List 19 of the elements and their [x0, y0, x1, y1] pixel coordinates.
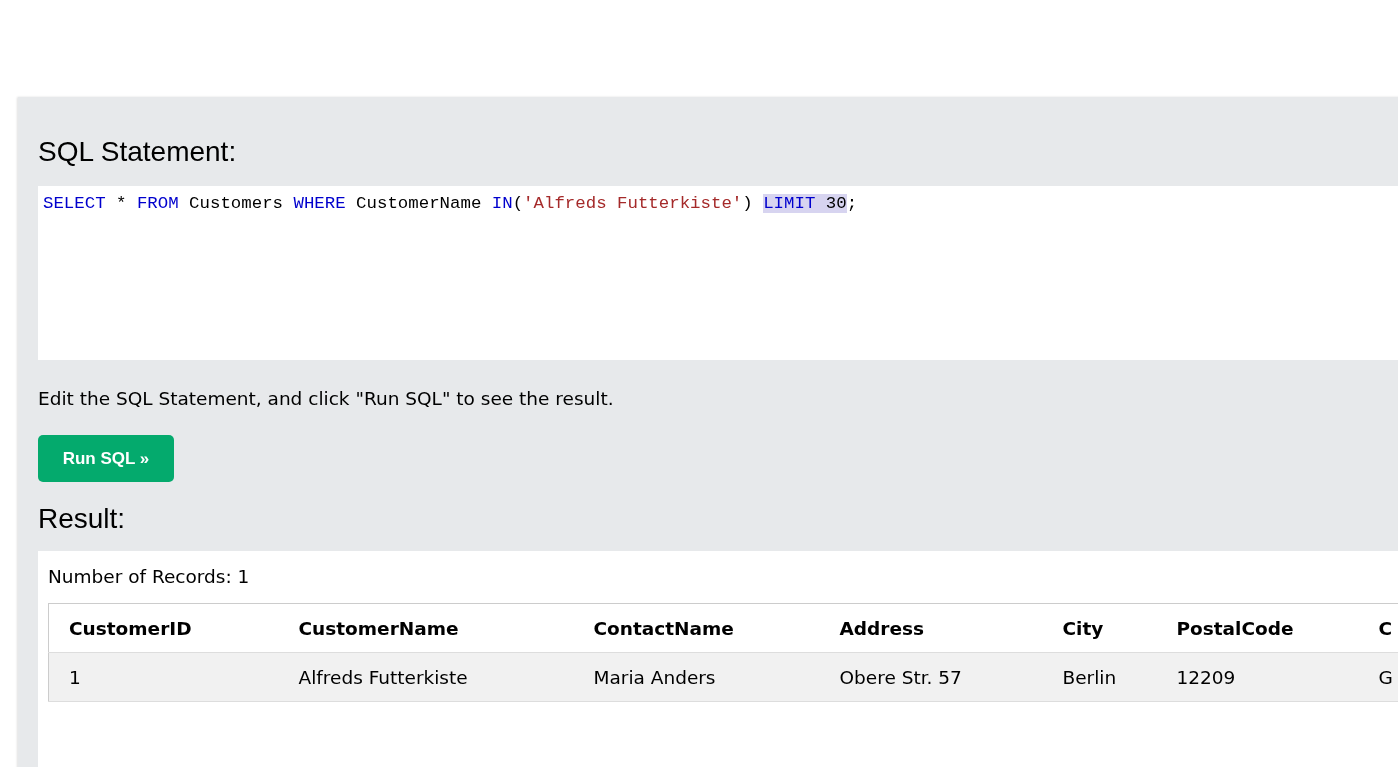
column-header: CustomerName — [298, 617, 459, 639]
column-header: City — [1062, 617, 1104, 639]
table-cell: G — [1378, 666, 1393, 688]
column-header: CustomerID — [69, 617, 192, 639]
table-cell: Berlin — [1062, 666, 1117, 688]
table-cell: 1 — [69, 666, 81, 688]
record-count: Number of Records: 1 — [48, 565, 250, 589]
table-cell: Maria Anders — [593, 666, 716, 688]
column-header: PostalCode — [1176, 617, 1294, 639]
table-cell: Obere Str. 57 — [839, 666, 962, 688]
instruction-text: Edit the SQL Statement, and click "Run SQL" to see the result. — [38, 387, 614, 411]
table-cell: 12209 — [1176, 666, 1236, 688]
column-header: C — [1378, 617, 1393, 639]
column-header: ContactName — [593, 617, 734, 639]
table-cell: Alfreds Futterkiste — [298, 666, 468, 688]
section-heading: SQL Statement: — [38, 135, 237, 169]
section-heading: Result: — [38, 502, 126, 536]
column-header: Address — [839, 617, 924, 639]
sql-editor[interactable]: SELECT * FROM Customers WHERE CustomerName IN('Alfreds Futterkiste') LIMIT 30; — [38, 186, 1398, 360]
